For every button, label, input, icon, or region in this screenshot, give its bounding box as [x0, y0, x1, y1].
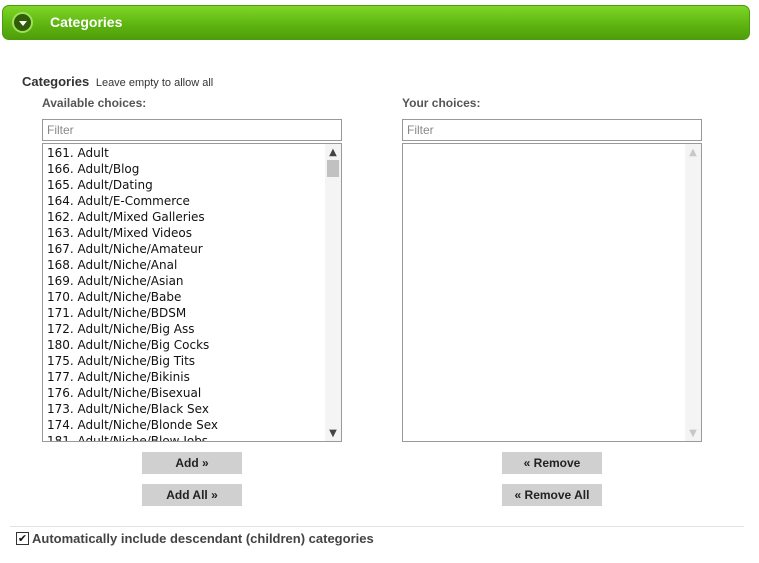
list-item[interactable]: 173. Adult/Niche/Black Sex	[47, 401, 325, 417]
include-descendants-label: Automatically include descendant (childr…	[32, 531, 374, 546]
scroll-up-arrow-icon[interactable]: ▲	[325, 145, 341, 159]
scroll-down-arrow-icon[interactable]: ▼	[685, 426, 701, 440]
panel-title: Categories	[50, 14, 123, 30]
chosen-scrollbar[interactable]: ▲ ▼	[685, 144, 701, 441]
collapse-toggle-button[interactable]	[12, 12, 33, 33]
your-choices-listbox[interactable]: ▲ ▼	[402, 143, 702, 442]
available-filter-input[interactable]	[42, 119, 342, 141]
list-item[interactable]: 170. Adult/Niche/Babe	[47, 289, 325, 305]
field-label-text: Categories	[22, 74, 90, 89]
list-item[interactable]: 163. Adult/Mixed Videos	[47, 225, 325, 241]
list-item[interactable]: 171. Adult/Niche/BDSM	[47, 305, 325, 321]
categories-field-label: Categories Leave empty to allow all	[22, 74, 213, 89]
list-item[interactable]: 174. Adult/Niche/Blonde Sex	[47, 417, 325, 433]
your-choices-label: Your choices:	[402, 96, 481, 110]
list-item[interactable]: 176. Adult/Niche/Bisexual	[47, 385, 325, 401]
list-item[interactable]: 167. Adult/Niche/Amateur	[47, 241, 325, 257]
remove-all-button[interactable]: « Remove All	[502, 484, 602, 506]
list-item[interactable]: 180. Adult/Niche/Big Cocks	[47, 337, 325, 353]
your-choices-items	[403, 144, 685, 441]
list-item[interactable]: 166. Adult/Blog	[47, 161, 325, 177]
available-choices-items: 161. Adult 166. Adult/Blog 165. Adult/Dati…	[43, 144, 325, 441]
available-choices-listbox[interactable]: 161. Adult 166. Adult/Blog 165. Adult/Dati…	[42, 143, 342, 442]
list-item[interactable]: 177. Adult/Niche/Bikinis	[47, 369, 325, 385]
scroll-up-arrow-icon[interactable]: ▲	[685, 145, 701, 159]
field-hint: Leave empty to allow all	[95, 77, 214, 89]
include-descendants-checkbox[interactable]: ✔	[16, 532, 29, 545]
list-item[interactable]: 169. Adult/Niche/Asian	[47, 273, 325, 289]
available-choices-label: Available choices:	[42, 96, 147, 110]
list-item[interactable]: 162. Adult/Mixed Galleries	[47, 209, 325, 225]
available-scrollbar[interactable]: ▲ ▼	[325, 144, 341, 441]
list-item[interactable]: 181. Adult/Niche/Blow Jobs	[47, 433, 325, 441]
list-item[interactable]: 161. Adult	[47, 145, 325, 161]
add-all-button[interactable]: Add All »	[142, 484, 242, 506]
include-descendants-option[interactable]: ✔ Automatically include descendant (chil…	[16, 531, 374, 546]
list-item[interactable]: 165. Adult/Dating	[47, 177, 325, 193]
scroll-down-arrow-icon[interactable]: ▼	[325, 426, 341, 440]
list-item[interactable]: 172. Adult/Niche/Big Ass	[47, 321, 325, 337]
chosen-filter-input[interactable]	[402, 119, 702, 141]
list-item[interactable]: 175. Adult/Niche/Big Tits	[47, 353, 325, 369]
add-button[interactable]: Add »	[142, 452, 242, 474]
categories-panel-header[interactable]: Categories	[2, 5, 750, 40]
scrollbar-thumb[interactable]	[327, 160, 339, 177]
chevron-down-icon	[18, 20, 27, 26]
divider	[10, 526, 744, 527]
remove-button[interactable]: « Remove	[502, 452, 602, 474]
list-item[interactable]: 168. Adult/Niche/Anal	[47, 257, 325, 273]
list-item[interactable]: 164. Adult/E-Commerce	[47, 193, 325, 209]
